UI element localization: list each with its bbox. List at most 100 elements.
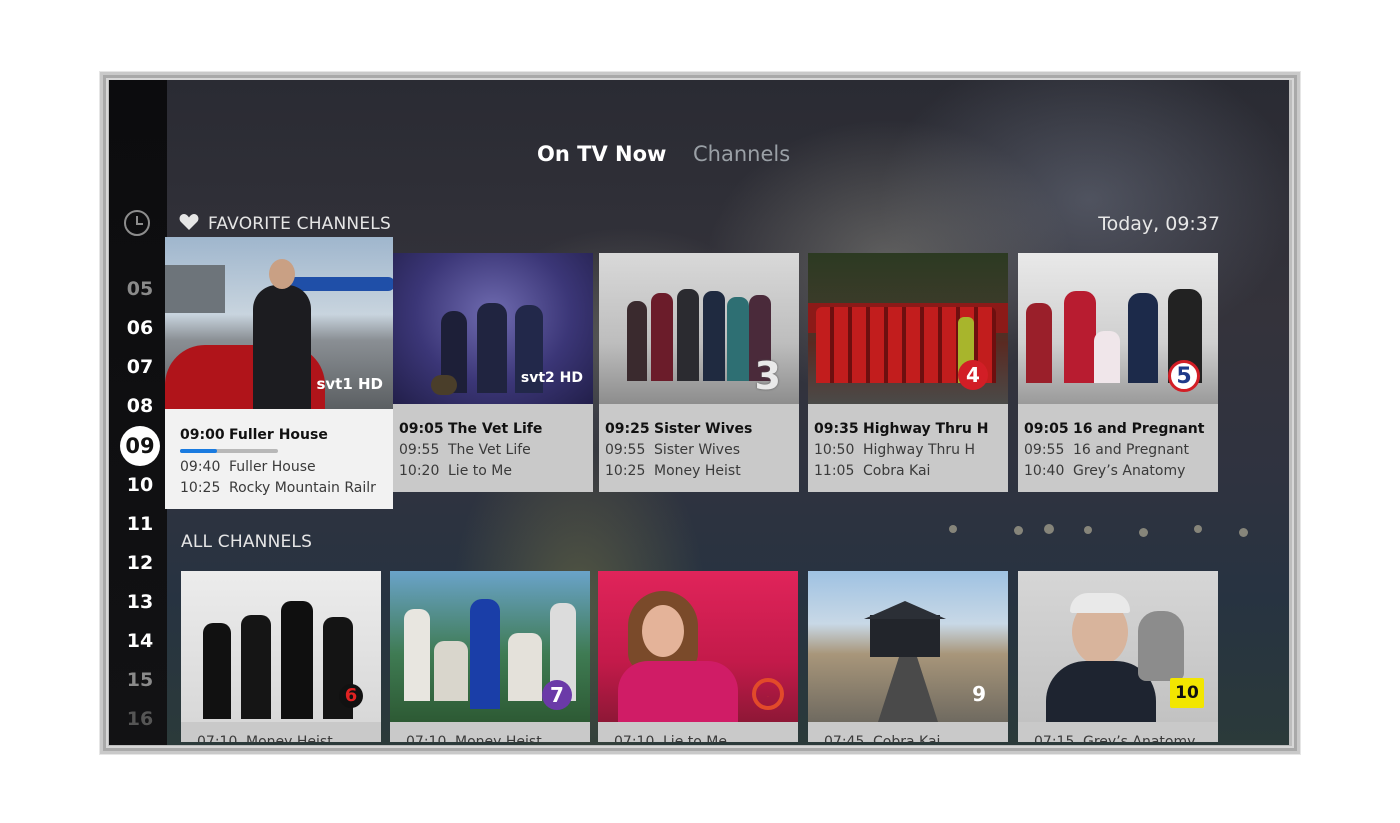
timeline-hour[interactable]: 14 [109,629,171,653]
program-title: Grey’s Anatomy [1073,463,1186,479]
program-title: Money Heist [246,734,333,742]
schedule-row: 07:45 Cobra Kai [824,732,1008,742]
schedule-row: 07:10 Lie to Me [614,732,798,742]
channel-card[interactable]: 9 07:45 Cobra Kai [808,571,1008,742]
timeline-hour[interactable]: 06 [109,316,171,340]
program-title: The Vet Life [448,421,543,437]
schedule-row: 10:25 Money Heist [605,461,799,482]
channel-logo: svt1 HD [316,375,383,393]
timeline-hour[interactable]: 11 [109,512,171,536]
channel-logo: svt2 HD [520,370,583,386]
program-time: 07:15 [1034,734,1075,742]
house-shape [870,615,940,657]
heart-icon [179,214,199,230]
program-schedule: 07:15 Grey’s Anatomy [1018,722,1218,742]
timeline-hour[interactable]: 10 [109,473,171,497]
hangar-shape [165,265,225,313]
program-time: 09:05 [399,421,444,437]
road-shape [878,657,938,722]
program-thumbnail: 10 [1018,571,1218,722]
schedule-row: 07:10 Money Heist [406,732,590,742]
person-shape [677,289,699,381]
tab-channels[interactable]: Channels [693,140,790,168]
program-time: 10:50 [814,442,855,458]
program-title: Fuller House [229,427,328,443]
channel-logo: 7 [542,680,572,710]
bokeh-light [1194,525,1202,533]
presenter-head [269,259,295,289]
channel-card[interactable]: 6 07:10 Money Heist [181,571,381,742]
person-shape [241,615,271,719]
program-progress-bar [180,449,278,453]
program-thumbnail: svt2 HD [393,253,593,404]
schedule-row: 11:05 Cobra Kai [814,461,1008,482]
channel-logo: 9 [972,682,986,706]
program-card[interactable]: 5 09:05 16 and Pregnant 09:55 16 and Pregn… [1018,253,1218,492]
person-shape [651,293,673,381]
dress-shape [618,661,738,722]
schedule-row: 09:55 The Vet Life [399,440,593,461]
channel-card[interactable]: 7 07:10 Money Heist [390,571,590,742]
timeline-hour[interactable]: 07 [109,355,171,379]
schedule-row-current: 09:35 Highway Thru H [814,419,1008,440]
program-time: 10:25 [180,480,221,496]
clock-icon[interactable] [124,210,150,236]
program-time: 09:25 [605,421,650,437]
program-title: Sister Wives [654,421,753,437]
timeline-hour[interactable]: 05 [109,277,171,301]
schedule-row: 07:10 Money Heist [197,732,381,742]
bokeh-light [1014,526,1023,535]
program-title: Money Heist [455,734,542,742]
program-schedule: 09:00 Fuller House 09:40 Fuller House 10:2… [165,409,393,509]
program-card[interactable]: 4 09:35 Highway Thru H 10:50 Highway Thru … [808,253,1008,492]
channel-card[interactable]: 8 07:10 Lie to Me [598,571,798,742]
timeline-current-hour[interactable]: 09 [120,426,160,466]
channel-logo: 10 [1170,678,1204,708]
schedule-row: 09:55 16 and Pregnant [1024,440,1218,461]
channel-logo: 8 [752,678,784,710]
schedule-row: 10:20 Lie to Me [399,461,593,482]
channel-logo: 3 [754,354,781,398]
timeline-hour[interactable]: 13 [109,590,171,614]
program-title: 16 and Pregnant [1073,421,1205,437]
timeline-hour[interactable]: 08 [109,394,171,418]
favorite-channels-title: FAVORITE CHANNELS [208,214,391,234]
channel-logo: 6 [339,684,363,708]
program-card-focused[interactable]: svt1 HD 09:00 Fuller House 09:40 Fuller Ho… [165,237,393,509]
timeline-hour[interactable]: 12 [109,551,171,575]
tab-on-tv-now[interactable]: On TV Now [537,140,666,168]
channel-logo: 5 [1168,360,1200,392]
program-thumbnail: 7 [390,571,590,722]
timeline-hour[interactable]: 16 [109,707,171,731]
bokeh-light [1044,524,1054,534]
schedule-row-current: 09:05 The Vet Life [399,419,593,440]
program-schedule: 07:10 Lie to Me [598,722,798,742]
schedule-row: 07:15 Grey’s Anatomy [1034,732,1218,742]
program-schedule: 07:45 Cobra Kai [808,722,1008,742]
current-datetime: Today, 09:37 [1098,213,1220,235]
program-card[interactable]: 3 09:25 Sister Wives 09:55 Sister Wives 10… [599,253,799,492]
program-time: 09:35 [814,421,859,437]
schedule-row-current: 09:25 Sister Wives [605,419,799,440]
person-shape [434,641,468,701]
channel-card[interactable]: 10 07:15 Grey’s Anatomy [1018,571,1218,742]
program-time: 09:05 [1024,421,1069,437]
program-title: Lie to Me [663,734,727,742]
program-schedule: 07:10 Money Heist [181,722,381,742]
person-shape [203,623,231,719]
person-shape [703,291,725,381]
program-time: 07:10 [614,734,655,742]
program-time: 10:20 [399,463,440,479]
program-schedule: 07:10 Money Heist [390,722,590,742]
timeline-hour[interactable]: 15 [109,668,171,692]
person-shape [281,601,313,719]
bokeh-light [1239,528,1248,537]
program-schedule: 09:05 The Vet Life 09:55 The Vet Life 10:2… [393,404,593,492]
program-thumbnail: 6 [181,571,381,722]
dog-shape [431,375,457,395]
program-card[interactable]: svt2 HD 09:05 The Vet Life 09:55 The Vet L… [393,253,593,492]
program-thumbnail: 4 [808,253,1008,404]
person-shape [404,609,430,701]
person-shape [1064,291,1096,383]
program-thumbnail: 5 [1018,253,1218,404]
